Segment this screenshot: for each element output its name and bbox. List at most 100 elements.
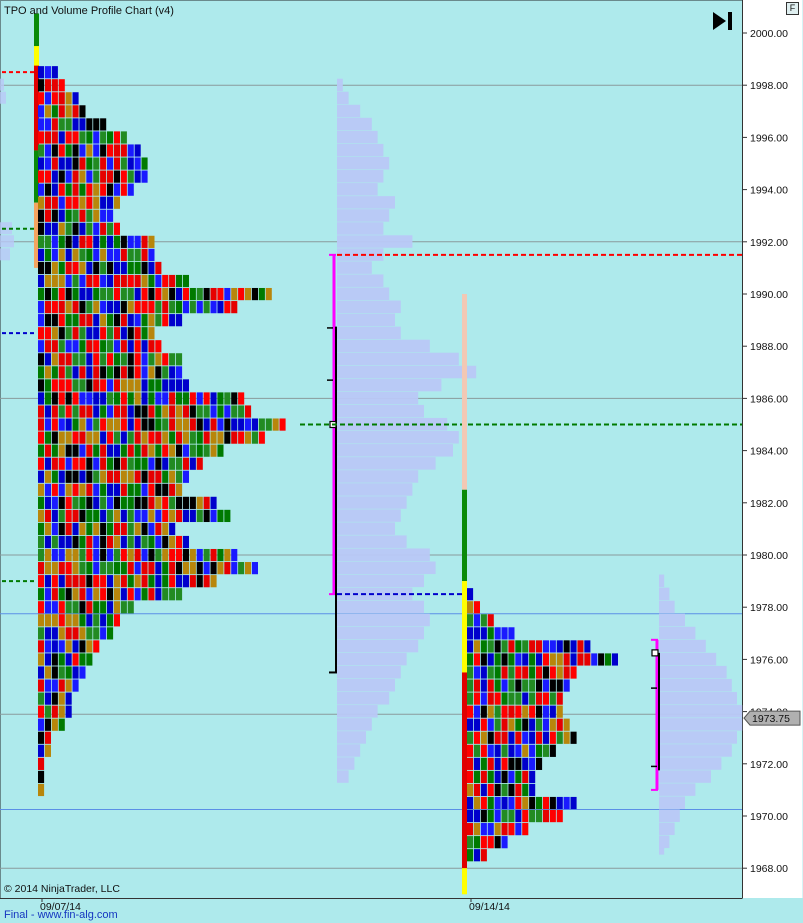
tpo-cell [522, 796, 529, 810]
tpo-cell [93, 314, 100, 327]
tpo-cell [51, 692, 58, 705]
tpo-cell [487, 627, 494, 640]
volume-bar [659, 718, 743, 731]
y-tick-label: 1978.00 [750, 602, 788, 614]
volume-bar [337, 170, 384, 183]
tpo-cell [58, 92, 65, 105]
tpo-cell [100, 614, 107, 627]
tpo-cell [51, 509, 58, 523]
tpo-cell [508, 770, 515, 784]
tpo-cell [224, 431, 231, 444]
tpo-cell [217, 418, 224, 431]
tpo-cell [93, 483, 100, 496]
tpo-cell [169, 366, 176, 379]
volume-bar [337, 600, 424, 614]
tpo-cell [162, 287, 169, 301]
tpo-cell [203, 509, 210, 523]
tpo-cell [86, 196, 93, 209]
tpo-cell [58, 196, 65, 209]
tpo-cell [58, 627, 65, 640]
tpo-cell [176, 353, 183, 366]
tpo-cell [72, 405, 79, 418]
tpo-cell [38, 209, 45, 222]
tpo-cell [196, 405, 203, 418]
tpo-cell [51, 287, 58, 301]
tpo-cell [100, 470, 107, 483]
tpo-cell [120, 379, 127, 392]
tpo-cell [203, 548, 210, 562]
tpo-cell [542, 666, 549, 679]
tpo-cell [38, 731, 45, 744]
tpo-cell [58, 431, 65, 444]
tpo-cell [224, 392, 231, 405]
tpo-cell [210, 431, 217, 444]
footer-link[interactable]: Final - www.fin-alg.com [4, 909, 118, 921]
tpo-cell [515, 744, 522, 757]
tpo-cell [127, 353, 134, 366]
volume-bar [659, 796, 685, 809]
tpo-cell [203, 301, 210, 314]
tpo-cell [93, 418, 100, 431]
tpo-cell [480, 836, 487, 849]
tpo-cell [58, 692, 65, 705]
tpo-cell [134, 261, 141, 275]
ib-strip [462, 489, 467, 582]
tpo-cell [79, 157, 86, 170]
prior-volume-bar [0, 248, 10, 261]
tpo-cell [203, 418, 210, 431]
tpo-cell [79, 535, 86, 549]
tpo-cell [148, 392, 155, 405]
tpo-cell [44, 562, 51, 575]
volume-bar [337, 639, 419, 653]
tpo-cell [93, 392, 100, 405]
tpo-cell [51, 431, 58, 444]
tpo-cell [155, 431, 162, 444]
tpo-cell [169, 314, 176, 327]
tpo-cell [58, 535, 65, 549]
tpo-cell [127, 392, 134, 405]
tpo-cell [79, 444, 86, 457]
tpo-cell [549, 692, 556, 705]
tpo-cell [113, 340, 120, 353]
tpo-cell [238, 405, 245, 418]
tpo-cell [120, 418, 127, 431]
tpo-cell [86, 627, 93, 640]
f-button[interactable]: F [786, 2, 799, 15]
tpo-cell [141, 405, 148, 418]
tpo-cell [72, 483, 79, 496]
tpo-cell [176, 496, 183, 509]
tpo-cell [44, 287, 51, 301]
tpo-cell [556, 679, 563, 692]
tpo-cell [473, 796, 480, 810]
tpo-cell [44, 79, 51, 92]
tpo-cell [210, 301, 217, 314]
tpo-cell [113, 157, 120, 170]
tpo-cell [79, 131, 86, 144]
tpo-cell [72, 222, 79, 235]
tpo-cell [38, 157, 45, 170]
tpo-cell [189, 301, 196, 314]
tpo-cell [155, 444, 162, 457]
tpo-cell [38, 353, 45, 366]
tpo-cell [515, 770, 522, 784]
tpo-cell [38, 79, 45, 92]
tpo-cell [501, 640, 508, 653]
tpo-cell [120, 548, 127, 562]
tpo-cell [120, 405, 127, 418]
tpo-cell [72, 418, 79, 431]
tpo-cell [148, 548, 155, 562]
tpo-cell [86, 614, 93, 627]
tpo-cell [494, 640, 501, 653]
tpo-cell [65, 457, 72, 470]
tpo-cell [480, 666, 487, 679]
tpo-cell [245, 418, 252, 431]
tpo-cell [79, 666, 86, 679]
tpo-cell [38, 483, 45, 496]
skip-to-end-icon[interactable] [711, 10, 735, 32]
tpo-cell [529, 705, 536, 718]
tpo-cell [86, 575, 93, 588]
tpo-cell [44, 183, 51, 196]
tpo-cell [563, 666, 570, 679]
tpo-cell [141, 392, 148, 405]
tpo-cell [196, 287, 203, 301]
